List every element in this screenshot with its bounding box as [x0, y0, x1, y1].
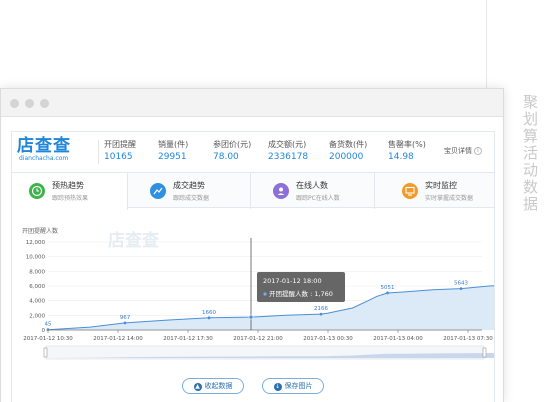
stat-sellout-rate: 售罄率(%) 14.98	[388, 139, 426, 164]
tab-subtitle: 跟踪预热效果	[52, 195, 89, 202]
tab-preheat-trend[interactable]: 预热趋势 跟踪预热效果	[12, 173, 128, 210]
y-tick-label: 6,000	[29, 284, 45, 290]
window-titlebar	[1, 89, 503, 117]
stat-label: 备货数(件)	[329, 140, 368, 149]
data-point	[386, 291, 389, 295]
stat-value: 14.98	[388, 152, 414, 162]
stat-value: 2336178	[268, 152, 309, 162]
data-label: 45	[45, 322, 52, 328]
tab-subtitle: 实时掌握成交数据	[425, 195, 474, 202]
stat-stock: 备货数(件) 200000	[329, 139, 367, 164]
y-tick-label: 10,000	[26, 255, 46, 261]
stat-value: 10165	[104, 152, 133, 162]
data-label: 967	[120, 315, 131, 321]
tab-bar: 预热趋势 跟踪预热效果 成交趋势 跟踪成交数据 在线人数 跟踪PC在线人数 实时…	[12, 172, 494, 210]
stat-turnover: 成交额(元) 2336178	[268, 139, 308, 164]
stat-label: 开团提醒	[104, 140, 136, 149]
data-label: 1660	[202, 310, 216, 316]
data-point	[459, 287, 463, 291]
browser-window: 店查查 dianchacha.com 开团提醒 10165 销量(件) 2995…	[0, 88, 552, 402]
stat-value: 29951	[158, 152, 187, 162]
divider	[98, 140, 99, 164]
save-image-label: 保存图片	[284, 382, 313, 390]
tab-title: 实时监控	[425, 181, 457, 190]
x-tick-label: 2017-01-12 10:30	[23, 336, 73, 342]
stat-reminders: 开团提醒 10165	[104, 139, 136, 164]
data-label: 2166	[314, 306, 328, 312]
tab-subtitle: 跟踪成交数据	[173, 195, 210, 202]
data-panel: 店查查 dianchacha.com 开团提醒 10165 销量(件) 2995…	[11, 131, 552, 402]
tab-online-users[interactable]: 在线人数 跟踪PC在线人数	[251, 173, 375, 209]
x-tick-label: 2017-01-12 14:00	[93, 336, 143, 342]
stat-value: 200000	[329, 152, 364, 162]
x-tick-label: 2017-01-12 17:30	[163, 336, 213, 342]
page: 聚划算活动数据 店查查 dianchacha.com 开团提醒 10165 销量…	[0, 0, 552, 402]
x-tick-label: 2017-01-13 07:30	[443, 336, 493, 342]
tab-subtitle: 跟踪PC在线人数	[296, 195, 340, 202]
person-icon	[273, 183, 289, 199]
clock-icon	[29, 183, 45, 199]
stat-group-price: 参团价(元) 78.00	[213, 139, 251, 164]
info-icon: i	[474, 147, 482, 155]
tooltip-value: 开团提醒人数 : 1,760	[269, 289, 333, 298]
logo-subtext: dianchacha.com	[19, 155, 69, 162]
stat-label: 售罄率(%)	[388, 140, 426, 149]
download-icon: ↓	[273, 383, 282, 391]
window-dot-icon[interactable]	[25, 99, 34, 108]
stat-value: 78.00	[213, 152, 239, 162]
chart-watermark: 店查查	[108, 230, 160, 251]
x-tick-label: 2017-01-13 04:00	[373, 336, 423, 342]
window-dot-icon[interactable]	[40, 99, 49, 108]
y-axis-label: 开团提醒人数	[22, 227, 58, 235]
tab-title: 在线人数	[296, 181, 328, 190]
collapse-data-button[interactable]: ▲ 收起数据	[182, 378, 244, 394]
tab-title: 预热趋势	[52, 181, 84, 190]
stat-label: 参团价(元)	[213, 140, 252, 149]
save-image-button[interactable]: ↓ 保存图片	[262, 378, 324, 394]
window-dot-icon[interactable]	[10, 99, 19, 108]
y-tick-label: 2,000	[29, 313, 45, 319]
stat-sales: 销量(件) 29951	[158, 139, 188, 164]
tab-live-monitor[interactable]: 实时监控 实时掌握成交数据	[375, 173, 494, 209]
hover-point	[248, 314, 254, 320]
y-tick-label: 8,000	[29, 269, 45, 275]
navigator-handle-right	[482, 347, 487, 358]
data-label: 5643	[454, 281, 468, 287]
stat-label: 成交额(元)	[268, 140, 307, 149]
item-detail-label: 宝贝详情	[444, 147, 472, 155]
tooltip-time: 2017-01-12 18:00	[263, 277, 322, 285]
stats-row: 店查查 dianchacha.com 开团提醒 10165 销量(件) 2995…	[12, 132, 494, 172]
tab-title: 成交趋势	[173, 181, 205, 190]
side-title: 聚划算活动数据	[521, 94, 539, 213]
navigator-handle-left	[43, 347, 48, 358]
chart-svg: 店查查 4596716602166505156436120 开团提醒人数02,0…	[22, 227, 552, 360]
monitor-icon	[402, 183, 418, 199]
y-tick-label: 0	[42, 328, 46, 334]
collapse-icon: ▲	[193, 383, 202, 391]
reminder-chart: 店查查 4596716602166505156436120 开团提醒人数02,0…	[12, 210, 552, 372]
trend-icon	[150, 183, 166, 199]
data-point	[319, 312, 323, 316]
data-point	[207, 316, 211, 320]
y-tick-label: 4,000	[29, 299, 45, 305]
x-tick-label: 2017-01-13 00:30	[303, 336, 353, 342]
collapse-data-label: 收起数据	[204, 382, 233, 390]
x-tick-label: 2017-01-12 21:00	[233, 336, 283, 342]
data-point	[123, 321, 127, 325]
tab-deal-trend[interactable]: 成交趋势 跟踪成交数据	[128, 173, 251, 209]
logo[interactable]: 店查查 dianchacha.com	[17, 137, 101, 167]
tooltip-series-dot	[263, 292, 267, 296]
item-detail-link[interactable]: 宝贝详情 i	[444, 146, 482, 156]
logo-text: 店查查	[17, 136, 71, 156]
y-tick-label: 12,000	[26, 240, 46, 246]
data-label: 5051	[381, 285, 395, 291]
stat-label: 销量(件)	[158, 140, 189, 149]
